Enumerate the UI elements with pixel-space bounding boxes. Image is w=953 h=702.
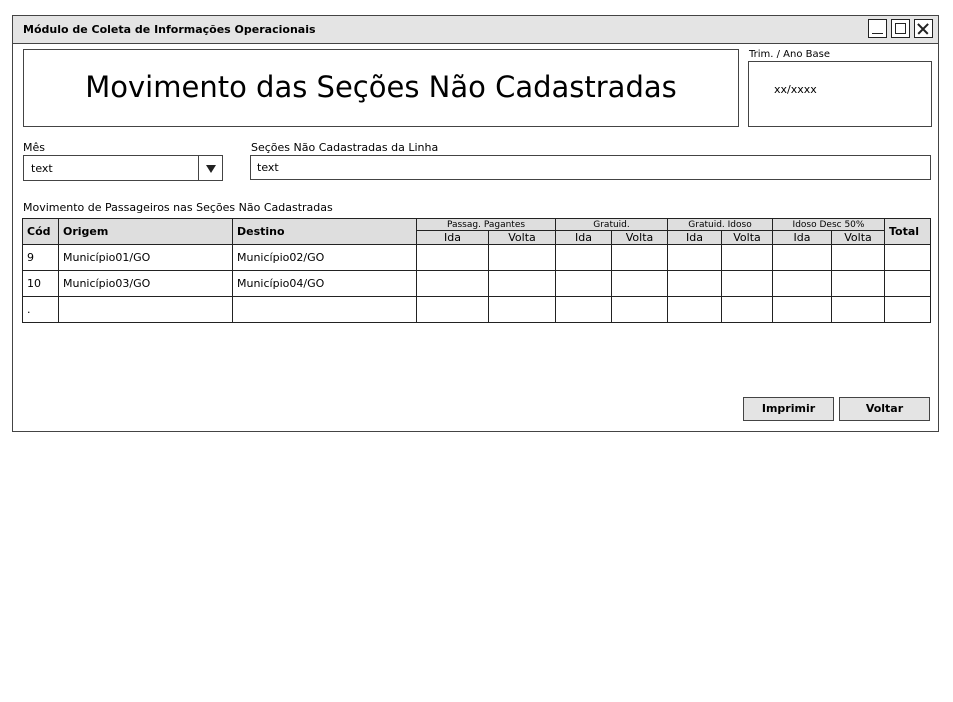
cell-gratuid-idoso-ida[interactable] (667, 296, 722, 323)
window-title: Módulo de Coleta de Informações Operacio… (23, 23, 316, 36)
header-destino: Destino (232, 218, 417, 245)
cell-gratuid-idoso-ida[interactable] (667, 270, 722, 297)
table-row[interactable]: . (22, 296, 931, 323)
cell-cod: 9 (22, 244, 59, 271)
header-volta: Volta (611, 230, 668, 245)
cell-gratuid-idoso-volta[interactable] (721, 244, 773, 271)
secoes-label: Seções Não Cadastradas da Linha (251, 141, 439, 154)
minimize-icon[interactable] (868, 19, 887, 38)
title-bar: Módulo de Coleta de Informações Operacio… (13, 16, 938, 44)
movement-table: Cód Origem Destino Passag. Pagantes Grat… (22, 218, 931, 323)
cell-destino: Município04/GO (232, 270, 417, 297)
cell-gratuid-volta[interactable] (611, 296, 668, 323)
trim-label: Trim. / Ano Base (749, 49, 831, 60)
cell-total (884, 270, 931, 297)
cell-gratuid-volta[interactable] (611, 244, 668, 271)
cell-destino (232, 296, 417, 323)
cell-gratuid-idoso-ida[interactable] (667, 244, 722, 271)
cell-total (884, 244, 931, 271)
cell-total (884, 296, 931, 323)
cell-pagantes-ida[interactable] (416, 270, 489, 297)
header-total: Total (884, 218, 931, 245)
header-ida: Ida (667, 230, 722, 245)
cell-origem (58, 296, 233, 323)
cell-gratuid-ida[interactable] (555, 244, 612, 271)
cell-cod: . (22, 296, 59, 323)
cell-gratuid-idoso-volta[interactable] (721, 270, 773, 297)
cell-idoso-desc-ida[interactable] (772, 296, 832, 323)
close-icon[interactable] (914, 19, 933, 38)
cell-destino: Município02/GO (232, 244, 417, 271)
cell-pagantes-volta[interactable] (488, 244, 556, 271)
table-row[interactable]: 9 Município01/GO Município02/GO (22, 244, 931, 271)
back-button[interactable]: Voltar (839, 397, 930, 421)
cell-idoso-desc-volta[interactable] (831, 244, 885, 271)
header-volta: Volta (488, 230, 556, 245)
table-row[interactable]: 10 Município03/GO Município04/GO (22, 270, 931, 297)
mes-select[interactable]: text (23, 155, 223, 181)
cell-idoso-desc-volta[interactable] (831, 270, 885, 297)
cell-gratuid-idoso-volta[interactable] (721, 296, 773, 323)
header-group-pagantes: Passag. Pagantes (416, 218, 556, 231)
cell-pagantes-volta[interactable] (488, 296, 556, 323)
header-volta: Volta (721, 230, 773, 245)
cell-idoso-desc-ida[interactable] (772, 244, 832, 271)
cell-idoso-desc-volta[interactable] (831, 296, 885, 323)
page-title: Movimento das Seções Não Cadastradas (85, 70, 677, 104)
header-panel: Movimento das Seções Não Cadastradas (23, 49, 739, 127)
print-button[interactable]: Imprimir (743, 397, 834, 421)
header-group-gratuid: Gratuid. (555, 218, 668, 231)
maximize-icon[interactable] (891, 19, 910, 38)
cell-gratuid-volta[interactable] (611, 270, 668, 297)
cell-origem: Município03/GO (58, 270, 233, 297)
header-volta: Volta (831, 230, 885, 245)
main-window: Módulo de Coleta de Informações Operacio… (12, 15, 939, 432)
header-ida: Ida (555, 230, 612, 245)
table-caption: Movimento de Passageiros nas Seções Não … (23, 201, 333, 214)
mes-label: Mês (23, 141, 45, 154)
cell-pagantes-volta[interactable] (488, 270, 556, 297)
cell-idoso-desc-ida[interactable] (772, 270, 832, 297)
cell-cod: 10 (22, 270, 59, 297)
mes-value: text (31, 162, 53, 175)
cell-pagantes-ida[interactable] (416, 296, 489, 323)
header-ida: Ida (772, 230, 832, 245)
header-group-idoso-desc: Idoso Desc 50% (772, 218, 885, 231)
header-cod: Cód (22, 218, 59, 245)
cell-gratuid-ida[interactable] (555, 270, 612, 297)
cell-origem: Município01/GO (58, 244, 233, 271)
secoes-input[interactable]: text (250, 155, 931, 180)
cell-pagantes-ida[interactable] (416, 244, 489, 271)
cell-gratuid-ida[interactable] (555, 296, 612, 323)
header-origem: Origem (58, 218, 233, 245)
secoes-value: text (257, 161, 279, 174)
header-group-gratuid-idoso: Gratuid. Idoso (667, 218, 773, 231)
header-ida: Ida (416, 230, 489, 245)
trim-value: xx/xxxx (774, 83, 817, 96)
trim-field: xx/xxxx (748, 61, 932, 127)
chevron-down-icon[interactable] (198, 156, 222, 180)
